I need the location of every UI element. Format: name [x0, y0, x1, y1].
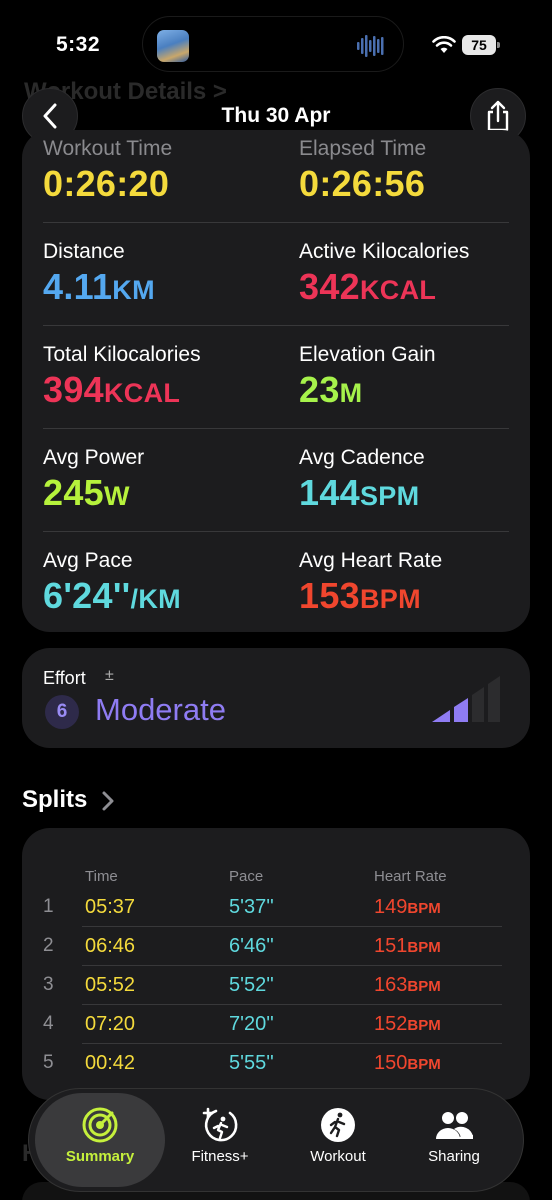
effort-level-icon: [432, 676, 500, 722]
split-pace: 5'37'': [229, 896, 274, 918]
split-index: 1: [43, 896, 54, 917]
tab-sharing[interactable]: Sharing: [389, 1093, 519, 1187]
metric-label: Distance: [43, 240, 125, 263]
column-header-time: Time: [85, 868, 118, 885]
effort-label: Effort: [43, 668, 86, 688]
split-index: 5: [43, 1052, 54, 1073]
split-time: 05:37: [85, 896, 136, 918]
tab-fitness-plus[interactable]: Fitness+: [155, 1093, 285, 1187]
metric-label: Avg Heart Rate: [299, 549, 443, 572]
metric-value: 23M: [299, 369, 363, 410]
tab-label: Fitness+: [191, 1148, 249, 1165]
tab-workout[interactable]: Workout: [273, 1093, 403, 1187]
summary-rings-icon: [82, 1107, 118, 1143]
split-index: 2: [43, 935, 54, 956]
metric-avg-power: Avg Power 245W: [43, 446, 273, 514]
split-heart-rate: 149BPM: [374, 896, 441, 918]
metric-label: Elapsed Time: [299, 137, 427, 160]
metric-value: 4.11KM: [43, 266, 155, 307]
table-row: 1 05:37 5'37'' 149BPM: [22, 888, 530, 927]
metric-value: 0:26:56: [299, 163, 426, 204]
table-row: 4 07:20 7'20'' 152BPM: [22, 1005, 530, 1044]
split-heart-rate: 152BPM: [374, 1013, 441, 1035]
battery-indicator: 75: [462, 35, 500, 55]
dynamic-island[interactable]: [142, 16, 404, 72]
table-row: 5 00:42 5'55'' 150BPM: [22, 1044, 530, 1083]
metric-avg-heart-rate: Avg Heart Rate 153BPM: [299, 549, 529, 617]
divider: [43, 325, 509, 326]
now-playing-artwork: [157, 30, 189, 62]
metric-label: Avg Power: [43, 446, 145, 469]
metric-label: Workout Time: [43, 137, 173, 160]
split-heart-rate: 151BPM: [374, 935, 441, 957]
metric-label: Avg Cadence: [299, 446, 425, 469]
splits-heading[interactable]: Splits: [22, 786, 87, 814]
metric-value: 394KCAL: [43, 369, 181, 410]
tab-label: Workout: [310, 1148, 366, 1165]
split-index: 3: [43, 974, 54, 995]
tab-label: Summary: [65, 1148, 135, 1165]
split-heart-rate: 150BPM: [374, 1052, 441, 1074]
metric-label: Total Kilocalories: [43, 343, 201, 366]
split-pace: 5'55'': [229, 1052, 274, 1074]
metric-avg-pace: Avg Pace 6'24''/KM: [43, 549, 273, 617]
divider: [43, 531, 509, 532]
wifi-icon: [432, 36, 456, 53]
share-icon: [487, 100, 509, 132]
metric-elapsed-time: Elapsed Time 0:26:56: [299, 137, 529, 205]
metric-value: 0:26:20: [43, 163, 170, 204]
split-pace: 5'52'': [229, 974, 274, 996]
splits-table: Time Pace Heart Rate 1 05:37 5'37'' 149B…: [22, 828, 530, 1100]
split-index: 4: [43, 1013, 54, 1034]
audio-waveform-icon: [357, 35, 384, 57]
effort-adjust-icon: ±: [105, 667, 114, 684]
metric-label: Avg Pace: [43, 549, 133, 572]
tab-summary[interactable]: Summary: [35, 1093, 165, 1187]
metric-value: 153BPM: [299, 575, 421, 616]
metric-value: 245W: [43, 472, 130, 513]
metric-value: 6'24''/KM: [43, 575, 181, 616]
chevron-right-icon[interactable]: [100, 790, 116, 812]
table-row: 3 05:52 5'52'' 163BPM: [22, 966, 530, 1005]
column-header-pace: Pace: [229, 868, 264, 885]
tab-bar: Summary Fitness+ Workout Sharing: [28, 1088, 524, 1192]
fitness-plus-icon: [202, 1107, 238, 1142]
workout-metrics-card: Workout Time 0:26:20 Elapsed Time 0:26:5…: [22, 130, 530, 632]
tab-label: Sharing: [428, 1148, 480, 1165]
effort-card[interactable]: Effort ± 6 Moderate: [22, 648, 530, 748]
divider: [43, 222, 509, 223]
metric-workout-time: Workout Time 0:26:20: [43, 137, 273, 205]
people-icon: [436, 1112, 473, 1139]
split-time: 06:46: [85, 935, 136, 957]
effort-score-badge: 6: [45, 695, 79, 729]
metric-avg-cadence: Avg Cadence 144SPM: [299, 446, 529, 514]
split-time: 05:52: [85, 974, 136, 996]
split-time: 00:42: [85, 1052, 136, 1074]
running-figure-icon: [321, 1108, 355, 1142]
metric-label: Elevation Gain: [299, 343, 436, 366]
metric-label: Active Kilocalories: [299, 240, 470, 263]
divider: [43, 428, 509, 429]
metric-distance: Distance 4.11KM: [43, 240, 273, 308]
effort-rating: Moderate: [95, 692, 226, 727]
split-time: 07:20: [85, 1013, 136, 1035]
metric-elevation-gain: Elevation Gain 23M: [299, 343, 529, 411]
split-heart-rate: 163BPM: [374, 974, 441, 996]
metric-value: 342KCAL: [299, 266, 437, 307]
split-pace: 7'20'': [229, 1013, 274, 1035]
split-pace: 6'46'': [229, 935, 274, 957]
metric-total-kilocalories: Total Kilocalories 394KCAL: [43, 343, 273, 411]
metric-value: 144SPM: [299, 472, 420, 513]
table-row: 2 06:46 6'46'' 151BPM: [22, 927, 530, 966]
metric-active-kilocalories: Active Kilocalories 342KCAL: [299, 240, 529, 308]
status-time: 5:32: [56, 33, 101, 56]
column-header-heart-rate: Heart Rate: [374, 868, 447, 885]
